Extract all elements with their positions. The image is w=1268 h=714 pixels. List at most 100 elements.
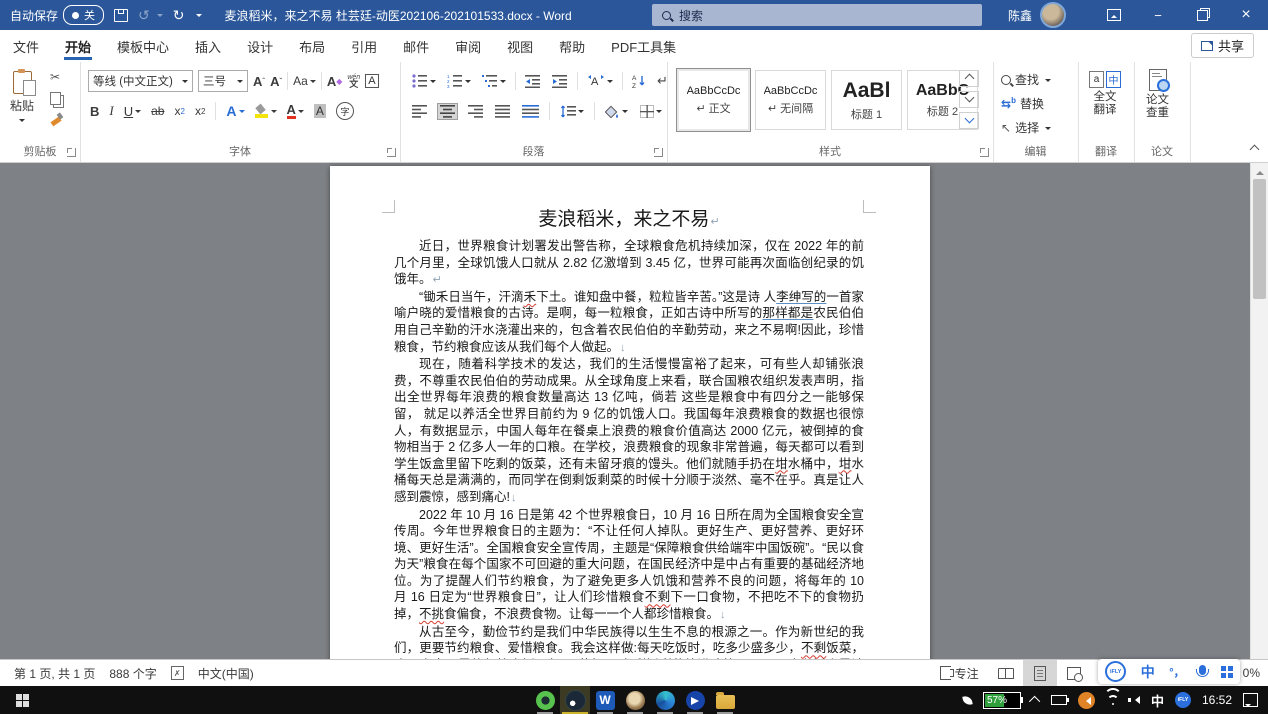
tab-开始[interactable]: 开始 [52,30,104,62]
ime-menu-grid-icon[interactable] [1221,666,1226,671]
styles-dialog-launcher[interactable] [980,148,989,157]
grow-font-button[interactable]: Aˆ [253,74,265,89]
clear-formatting-button[interactable]: A◆ [327,74,343,89]
justify-button[interactable] [493,104,512,119]
style-无间隔[interactable]: AaBbCcDc↵ 无间隔 [755,70,826,130]
share-button[interactable]: 共享 [1191,33,1254,58]
tab-模板中心[interactable]: 模板中心 [104,30,182,62]
full-translate-button[interactable]: a中 全文 翻译 [1089,71,1121,117]
proofing-status-button[interactable]: ✗ [171,666,184,680]
battery-saver-leaf-icon[interactable] [962,695,972,705]
document-content[interactable]: 麦浪稻米，来之不易↵ 近日，世界粮食计划署发出警告称，全球粮食危机持续加深，仅在… [394,204,864,660]
hidden-icons-chevron-icon[interactable] [1029,696,1040,707]
align-center-button[interactable] [437,103,458,120]
power-status-icon[interactable] [1051,695,1067,705]
focus-mode-button[interactable]: 专注 [940,665,979,682]
bold-button[interactable]: B [90,104,99,119]
read-mode-button[interactable] [989,660,1023,686]
speaker-icon[interactable] [1131,696,1140,704]
highlight-button[interactable] [255,105,277,118]
save-button[interactable] [114,9,128,22]
tab-审阅[interactable]: 审阅 [442,30,494,62]
font-name-combo[interactable]: 等线 (中文正文) [88,70,193,92]
styles-more-button[interactable] [959,112,979,129]
borders-button[interactable] [638,104,664,119]
vertical-scrollbar[interactable] [1250,163,1268,660]
shading-button[interactable] [603,104,630,119]
tab-视图[interactable]: 视图 [494,30,546,62]
tab-文件[interactable]: 文件 [0,30,52,62]
ifly-tray-icon[interactable]: iFLY [1175,692,1191,708]
ime-punctuation-button[interactable]: °， [1169,664,1184,680]
italic-button[interactable]: I [109,103,113,119]
character-scaling-button[interactable]: A [585,73,615,89]
gear-app-icon[interactable] [530,686,560,714]
word-count[interactable]: 888 个字 [109,665,156,682]
bullets-button[interactable] [410,73,438,89]
format-painter-button[interactable] [50,113,62,125]
edge-icon[interactable] [650,686,680,714]
language-indicator[interactable]: 中文(中国) [198,665,254,682]
paste-button[interactable]: 粘贴 [10,71,34,123]
enclose-characters-button[interactable]: 字 [336,102,354,120]
word-icon[interactable]: W [590,686,620,714]
collapse-ribbon-button[interactable] [1251,142,1258,156]
shrink-font-button[interactable]: Aˇ [270,74,282,89]
align-left-button[interactable] [410,104,429,119]
document-area[interactable]: 麦浪稻米，来之不易↵ 近日，世界粮食计划署发出警告称，全球粮食危机持续加深，仅在… [0,163,1268,660]
increase-indent-button[interactable] [550,73,570,89]
sort-button[interactable]: AZ [630,73,648,89]
plane-app-icon[interactable] [680,686,710,714]
tab-插入[interactable]: 插入 [182,30,234,62]
decrease-indent-button[interactable] [523,73,543,89]
cut-button[interactable]: ✂ [50,70,62,84]
restore-button[interactable] [1180,0,1224,30]
undo-button[interactable]: ↺ [138,8,163,22]
tab-帮助[interactable]: 帮助 [546,30,598,62]
align-right-button[interactable] [466,104,485,119]
replace-button[interactable]: ⇆b 替换 [1001,95,1051,112]
steam-icon[interactable] [560,686,590,714]
wifi-icon[interactable] [1106,695,1120,706]
character-shading-button[interactable]: A [314,104,326,118]
find-button[interactable]: 查找 [1001,71,1051,88]
subscript-button[interactable]: x2 [174,104,184,118]
style-正文[interactable]: AaBbCcDc↵ 正文 [677,69,750,131]
ribbon-display-options-button[interactable] [1092,0,1136,30]
text-effects-button[interactable]: A [226,103,244,119]
close-button[interactable]: × [1224,0,1268,30]
tab-设计[interactable]: 设计 [234,30,286,62]
paragraph-dialog-launcher[interactable] [654,148,663,157]
tab-布局[interactable]: 布局 [286,30,338,62]
quick-access-dropdown[interactable] [194,12,202,18]
scrollbar-thumb[interactable] [1253,179,1266,299]
autosave-toggle[interactable]: 自动保存 关 [10,5,104,25]
distribute-button[interactable] [520,104,541,119]
ifly-logo-icon[interactable]: iFLY [1105,661,1126,682]
tab-引用[interactable]: 引用 [338,30,390,62]
print-layout-button[interactable] [1023,660,1057,686]
tab-PDF工具集[interactable]: PDF工具集 [598,30,689,62]
font-color-button[interactable]: A [287,104,304,119]
line-spacing-button[interactable] [558,104,586,119]
action-center-icon[interactable] [1243,693,1258,707]
styles-scroll-up-button[interactable] [959,70,979,87]
tab-邮件[interactable]: 邮件 [390,30,442,62]
change-case-button[interactable]: Aa [293,74,316,88]
copy-button[interactable] [50,92,61,105]
ime-indicator[interactable]: 中 [1151,691,1164,710]
web-layout-button[interactable] [1057,660,1091,686]
user-avatar[interactable] [1040,2,1066,28]
minimize-button[interactable]: − [1136,0,1180,30]
numbering-button[interactable]: 123 [445,73,473,89]
ime-mode-button[interactable]: 中 [1141,662,1155,682]
character-border-button[interactable]: A [365,74,378,88]
document-page[interactable]: 麦浪稻米，来之不易↵ 近日，世界粮食计划署发出警告称，全球粮食危机持续加深，仅在… [330,166,930,660]
start-button[interactable] [0,686,44,714]
select-button[interactable]: ↖ 选择 [1001,119,1051,136]
style-标题1[interactable]: AaBl标题 1 [831,70,902,130]
avatar-app-icon[interactable] [620,686,650,714]
page-indicator[interactable]: 第 1 页, 共 1 页 [14,665,95,682]
clipboard-dialog-launcher[interactable] [67,148,76,157]
underline-button[interactable]: U [124,104,141,119]
